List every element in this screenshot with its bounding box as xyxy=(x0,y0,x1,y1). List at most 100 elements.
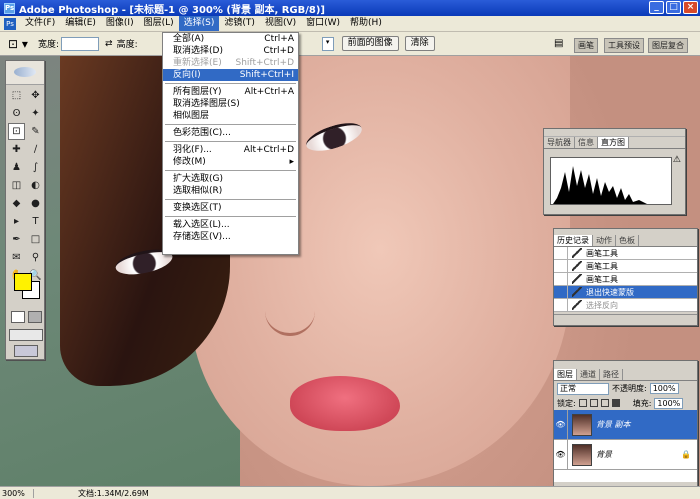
select-menu-item[interactable]: 修改(M) ▸ xyxy=(163,156,298,168)
fill-icon[interactable]: ◐ xyxy=(27,177,44,194)
standard-mode-icon[interactable] xyxy=(11,311,25,323)
select-menu-item[interactable]: 羽化(F)... Alt+Ctrl+D xyxy=(163,144,298,156)
blend-mode-select[interactable]: 正常 xyxy=(557,382,609,395)
foreground-color-swatch[interactable] xyxy=(14,273,32,291)
tab-channels[interactable]: 通道 xyxy=(577,369,600,380)
tab-history[interactable]: 历史记录 xyxy=(554,235,593,246)
lock-pixels-icon[interactable] xyxy=(589,399,598,407)
layer-thumbnail[interactable] xyxy=(572,413,592,436)
close-button[interactable]: × xyxy=(683,1,698,14)
shape-icon[interactable]: □ xyxy=(27,231,44,248)
layer-thumbnail[interactable] xyxy=(572,443,592,466)
photoshop-app-icon[interactable]: Ps xyxy=(4,2,15,14)
menu-window[interactable]: 窗口(W) xyxy=(301,16,345,31)
select-menu-item[interactable]: 色彩范围(C)... xyxy=(163,127,298,139)
select-menu-item[interactable]: 取消选择图层(S) xyxy=(163,98,298,110)
fill-input[interactable]: 100% xyxy=(654,397,684,409)
lock-transparency-icon[interactable] xyxy=(578,399,587,407)
resolution-unit-dropdown[interactable]: ▾ xyxy=(321,36,334,51)
toolbox-header[interactable] xyxy=(6,61,44,85)
type-icon[interactable]: T xyxy=(27,213,44,230)
history-source-slot[interactable] xyxy=(554,259,568,273)
select-menu-item[interactable]: 全部(A) Ctrl+A xyxy=(163,33,298,45)
select-menu-item[interactable]: 选取相似(R) xyxy=(163,185,298,197)
select-menu-item[interactable]: 反向(I) Shift+Ctrl+I xyxy=(163,69,298,81)
history-item[interactable]: 画笔工具 xyxy=(554,272,697,286)
history-item[interactable]: 退出快速蒙版 xyxy=(554,285,697,299)
select-menu-item[interactable]: 存储选区(V)... xyxy=(163,231,298,243)
layer-name[interactable]: 背景 xyxy=(596,449,612,460)
warning-icon[interactable]: ⚠ xyxy=(673,155,681,165)
front-image-button[interactable]: 前面的图像 xyxy=(341,36,399,51)
lasso-icon[interactable]: ʘ xyxy=(8,105,25,122)
layer-row[interactable]: 👁 背景 副本 xyxy=(554,409,697,440)
swap-dimensions-icon[interactable]: ⇄ xyxy=(105,39,113,49)
history-brush-icon[interactable]: ∫ xyxy=(27,159,44,176)
ps-menu-icon[interactable]: Ps xyxy=(4,17,16,30)
healing-icon[interactable]: ✚ xyxy=(8,141,25,158)
select-menu-item[interactable]: 相似图层 xyxy=(163,110,298,122)
select-menu-item[interactable]: 变换选区(T) xyxy=(163,202,298,214)
tab-swatches[interactable]: 色板 xyxy=(616,235,639,246)
crop-icon[interactable]: ⊡ xyxy=(8,123,25,140)
width-input[interactable] xyxy=(61,36,100,51)
move-icon[interactable]: ✥ xyxy=(27,87,44,104)
history-item[interactable]: 画笔工具 xyxy=(554,246,697,260)
tab-actions[interactable]: 动作 xyxy=(593,235,616,246)
history-source-slot[interactable] xyxy=(554,246,568,260)
menu-filter[interactable]: 滤镜(T) xyxy=(219,16,260,31)
eye-icon[interactable]: 👁 xyxy=(554,439,568,470)
dodge-icon[interactable]: ● xyxy=(27,195,44,212)
notes-icon[interactable]: ✉ xyxy=(8,249,25,266)
jump-to-imageready-icon[interactable] xyxy=(14,345,38,357)
menu-edit[interactable]: 编辑(E) xyxy=(60,16,101,31)
layer-name[interactable]: 背景 副本 xyxy=(596,419,631,430)
minimize-button[interactable]: _ xyxy=(649,1,664,14)
tab-layers[interactable]: 图层 xyxy=(554,369,577,380)
menu-image[interactable]: 图像(I) xyxy=(101,16,139,31)
menu-help[interactable]: 帮助(H) xyxy=(345,16,387,31)
menu-select[interactable]: 选择(S) xyxy=(178,16,220,31)
opacity-input[interactable]: 100% xyxy=(649,383,679,394)
eyedropper-icon[interactable]: ⚲ xyxy=(27,249,44,266)
crop-tool-icon[interactable]: ⊡ ▾ xyxy=(8,37,32,51)
zoom-level[interactable]: 300% xyxy=(0,488,34,498)
palette-well-icon[interactable]: ▤ xyxy=(554,38,563,49)
path-select-icon[interactable]: ▸ xyxy=(8,213,25,230)
tab-tool-presets[interactable]: 工具预设 xyxy=(604,38,644,53)
brush-icon[interactable]: ∕ xyxy=(27,141,44,158)
screen-mode-icon[interactable] xyxy=(9,329,43,341)
pen-icon[interactable]: ✒ xyxy=(8,231,25,248)
history-item[interactable]: 选择反向 xyxy=(554,298,697,312)
layer-row[interactable]: 👁 背景 🔒 xyxy=(554,439,697,470)
select-menu-item[interactable]: 取消选择(D) Ctrl+D xyxy=(163,45,298,57)
marquee-icon[interactable]: ⬚ xyxy=(8,87,25,104)
quick-mask-icon[interactable] xyxy=(28,311,42,323)
history-source-slot[interactable] xyxy=(554,298,568,312)
eraser-icon[interactable]: ◫ xyxy=(8,177,25,194)
magic-wand-icon[interactable]: ✦ xyxy=(27,105,44,122)
tab-layer-comps[interactable]: 图层复合 xyxy=(648,38,688,53)
tab-brushes[interactable]: 画笔 xyxy=(574,38,598,53)
tab-paths[interactable]: 路径 xyxy=(600,369,623,380)
clear-button[interactable]: 清除 xyxy=(404,36,435,51)
tab-histogram[interactable]: 直方图 xyxy=(598,137,629,148)
tab-info[interactable]: 信息 xyxy=(575,137,598,148)
menu-view[interactable]: 视图(V) xyxy=(260,16,301,31)
select-menu-item[interactable]: 载入选区(L)... xyxy=(163,219,298,231)
eye-icon[interactable]: 👁 xyxy=(554,409,568,440)
history-item[interactable]: 画笔工具 xyxy=(554,259,697,273)
history-source-slot[interactable] xyxy=(554,285,568,299)
history-source-slot[interactable] xyxy=(554,272,568,286)
stamp-icon[interactable]: ♟ xyxy=(8,159,25,176)
panel-grip[interactable] xyxy=(544,129,685,137)
maximize-button[interactable]: □ xyxy=(666,1,681,14)
lock-position-icon[interactable] xyxy=(600,399,609,407)
blur-icon[interactable]: ◆ xyxy=(8,195,25,212)
tab-navigator[interactable]: 导航器 xyxy=(544,137,575,148)
lock-all-icon[interactable] xyxy=(611,399,620,407)
menu-file[interactable]: 文件(F) xyxy=(20,16,60,31)
menu-layer[interactable]: 图层(L) xyxy=(139,16,179,31)
select-menu-item[interactable]: 扩大选取(G) xyxy=(163,173,298,185)
select-menu-item[interactable]: 所有图层(Y) Alt+Ctrl+A xyxy=(163,86,298,98)
